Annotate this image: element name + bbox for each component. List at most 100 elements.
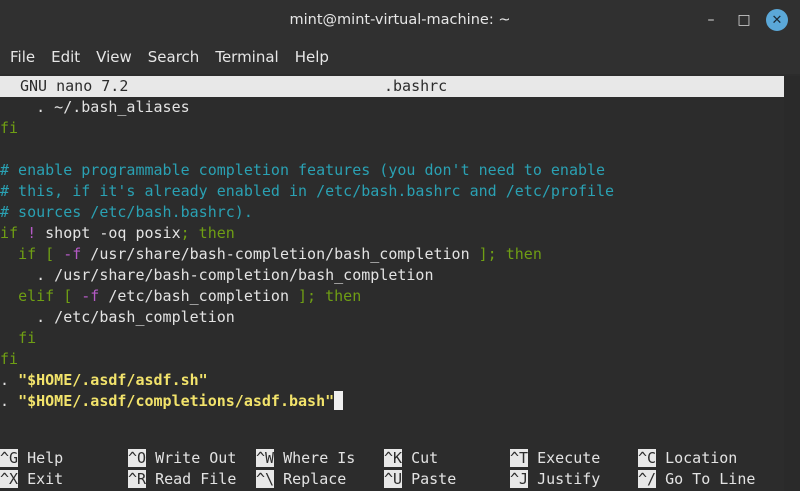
code-token: ! (27, 224, 37, 242)
code-token: . ~/.bash_aliases (0, 98, 190, 116)
code-line: . ~/.bash_aliases (0, 97, 190, 118)
code-token: . /usr/share/bash-completion/bash_comple… (0, 266, 434, 284)
shortcut-key: ^C (638, 449, 657, 467)
code-line: elif [ -f /etc/bash_completion ]; then (0, 286, 361, 307)
menu-help[interactable]: Help (287, 40, 337, 74)
shortcut-item: ^W Where Is (256, 448, 355, 469)
shortcut-key: ^/ (638, 470, 657, 488)
code-line: if ! shopt -oq posix; then (0, 223, 235, 244)
code-token: . (0, 371, 19, 389)
code-token: /usr/share/bash-completion/bash_completi… (81, 245, 479, 263)
code-line: . /usr/share/bash-completion/bash_comple… (0, 265, 433, 286)
shortcut-item: ^K Cut (384, 448, 438, 469)
menu-edit[interactable]: Edit (43, 40, 88, 74)
shortcut-item: ^/ Go To Line (638, 469, 755, 490)
shortcut-label: Where Is (274, 449, 356, 467)
nano-status-bar: GNU nano 7.2 .bashrc (0, 76, 784, 97)
shortcut-label: Write Out (146, 449, 237, 467)
shortcut-label: Help (18, 449, 64, 467)
shortcut-item: ^T Execute (510, 448, 600, 469)
shortcut-label: Execute (528, 449, 601, 467)
shortcut-key: ^\ (256, 470, 275, 488)
code-token: ]; then (298, 287, 362, 305)
code-line: if [ -f /usr/share/bash-completion/bash_… (0, 244, 542, 265)
shortcut-key: ^O (128, 449, 147, 467)
menu-search[interactable]: Search (140, 40, 208, 74)
shortcut-key: ^G (0, 449, 19, 467)
title-bar[interactable]: mint@mint-virtual-machine: ~ – □ ✕ (0, 0, 800, 40)
shortcut-label: Exit (18, 470, 64, 488)
code-token: fi (0, 350, 19, 368)
shortcut-label: Paste (402, 470, 457, 488)
code-token: . (0, 392, 19, 410)
maximize-icon[interactable]: □ (733, 9, 755, 31)
shortcut-label: Justify (528, 470, 601, 488)
code-line: fi (0, 328, 36, 349)
code-line: # enable programmable completion feature… (0, 160, 605, 181)
menu-view[interactable]: View (88, 40, 140, 74)
menu-file[interactable]: File (2, 40, 43, 74)
shortcut-key: ^T (510, 449, 529, 467)
code-token: # this, if it's already enabled in /etc/… (0, 182, 615, 200)
terminal-area[interactable]: GNU nano 7.2 .bashrc . ~/.bash_aliasesfi… (0, 74, 800, 491)
code-token: # sources /etc/bash.bashrc). (0, 203, 253, 221)
code-line: fi (0, 349, 18, 370)
shortcut-key: ^R (128, 470, 147, 488)
shortcut-item: ^\ Replace (256, 469, 346, 490)
shortcut-item: ^U Paste (384, 469, 456, 490)
shortcut-item: ^X Exit (0, 469, 63, 490)
code-line: # sources /etc/bash.bashrc). (0, 202, 253, 223)
code-token: . /etc/bash_completion (0, 308, 235, 326)
shortcut-item: ^C Location (638, 448, 737, 469)
shortcut-key: ^X (0, 470, 19, 488)
code-token: shopt -oq posix (36, 224, 181, 242)
code-token: -f (81, 287, 100, 305)
code-token: ]; then (478, 245, 542, 263)
code-token: "$HOME/.asdf/asdf.sh" (18, 371, 208, 389)
shortcut-label: Cut (402, 449, 439, 467)
shortcut-item: ^O Write Out (128, 448, 236, 469)
shortcut-key: ^W (256, 449, 275, 467)
shortcut-key: ^U (384, 470, 403, 488)
menu-terminal[interactable]: Terminal (207, 40, 286, 74)
shortcut-item: ^J Justify (510, 469, 600, 490)
close-icon[interactable]: ✕ (766, 9, 788, 31)
code-token: "$HOME/.asdf/completions/asdf.bash" (18, 392, 335, 410)
code-token: elif [ (18, 287, 73, 305)
code-line: . "$HOME/.asdf/asdf.sh" (0, 370, 208, 391)
menu-bar: File Edit View Search Terminal Help (0, 40, 800, 74)
shortcut-label: Replace (274, 470, 347, 488)
nano-version: GNU nano 7.2 (20, 77, 129, 95)
code-token: if [ (18, 245, 55, 263)
shortcut-key: ^K (384, 449, 403, 467)
code-token: ; then (180, 224, 235, 242)
code-line: . "$HOME/.asdf/completions/asdf.bash" (0, 391, 344, 412)
code-token: # enable programmable completion feature… (0, 161, 606, 179)
code-token: fi (0, 119, 19, 137)
text-cursor (334, 391, 344, 410)
terminal-window: mint@mint-virtual-machine: ~ – □ ✕ File … (0, 0, 800, 491)
code-token: /etc/bash_completion (99, 287, 299, 305)
shortcut-item: ^G Help (0, 448, 63, 469)
code-line: # this, if it's already enabled in /etc/… (0, 181, 614, 202)
terminal-scrollbar[interactable] (784, 76, 800, 491)
shortcut-key: ^J (510, 470, 529, 488)
shortcut-label: Location (656, 449, 738, 467)
window-title: mint@mint-virtual-machine: ~ (289, 12, 511, 28)
code-token: fi (18, 329, 37, 347)
code-token: -f (63, 245, 82, 263)
shortcut-label: Go To Line (656, 470, 756, 488)
shortcut-item: ^R Read File (128, 469, 236, 490)
code-token: if (0, 224, 19, 242)
code-line: . /etc/bash_completion (0, 307, 235, 328)
code-line: fi (0, 118, 18, 139)
minimize-icon[interactable]: – (700, 9, 722, 31)
nano-filename: .bashrc (384, 77, 448, 95)
shortcut-label: Read File (146, 470, 237, 488)
